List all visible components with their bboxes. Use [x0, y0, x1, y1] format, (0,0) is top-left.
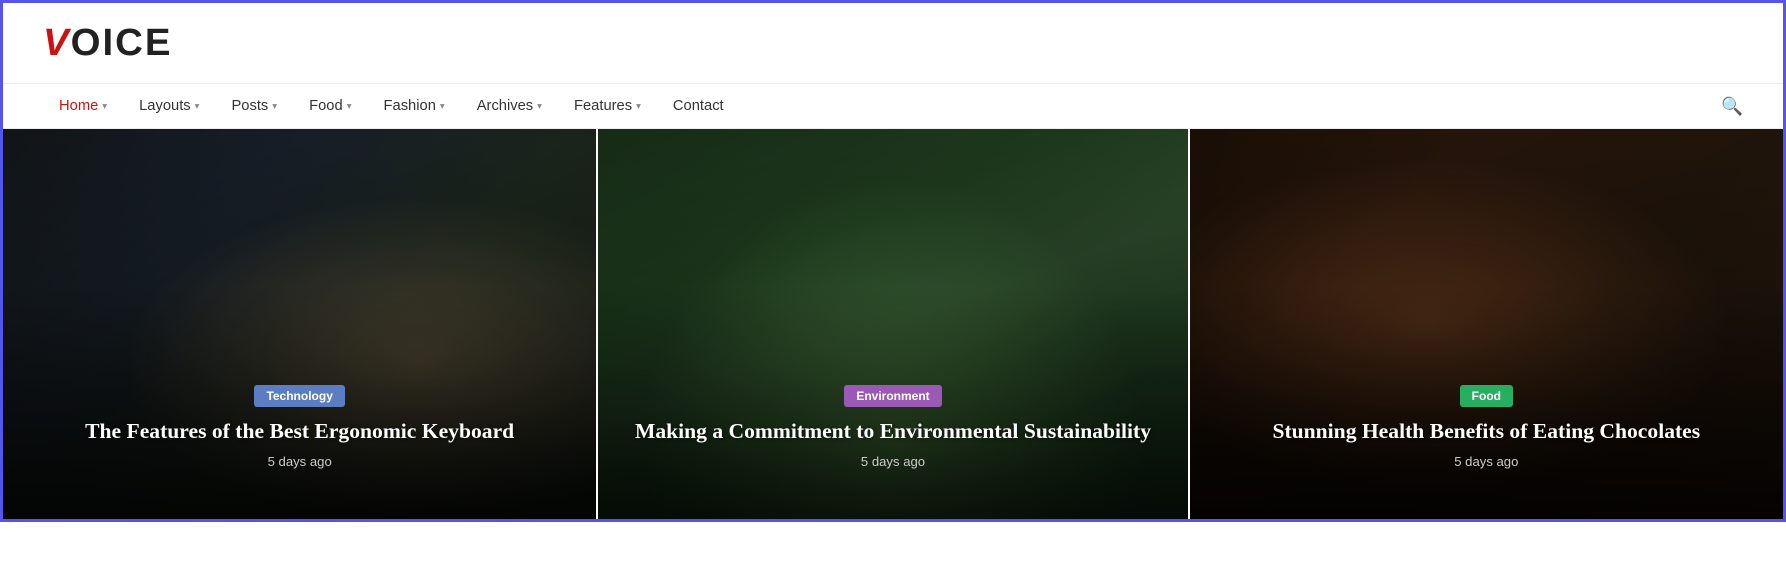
- category-badge[interactable]: Technology: [254, 385, 344, 407]
- nav-links: Home ▾ Layouts ▾ Posts ▾ Food ▾ Fashion: [43, 84, 740, 128]
- nav-link-archives[interactable]: Archives ▾: [461, 84, 558, 128]
- category-badge[interactable]: Food: [1460, 385, 1513, 407]
- nav-item-home[interactable]: Home ▾: [43, 84, 123, 128]
- chevron-down-icon: ▾: [272, 101, 277, 112]
- chevron-down-icon: ▾: [347, 101, 352, 112]
- nav-item-fashion[interactable]: Fashion ▾: [368, 84, 461, 128]
- nav-item-layouts[interactable]: Layouts ▾: [123, 84, 215, 128]
- nav-label-fashion: Fashion: [384, 98, 436, 114]
- chevron-down-icon: ▾: [195, 101, 200, 112]
- nav-link-fashion[interactable]: Fashion ▾: [368, 84, 461, 128]
- chevron-down-icon: ▾: [636, 101, 641, 112]
- card-date: 5 days ago: [1210, 454, 1763, 469]
- hero-card-environment[interactable]: Environment Making a Commitment to Envir…: [596, 129, 1189, 519]
- nav-label-food: Food: [309, 98, 343, 114]
- card-title: The Features of the Best Ergonomic Keybo…: [23, 417, 576, 446]
- logo-text: OICE: [71, 21, 173, 64]
- hero-card-technology[interactable]: Technology The Features of the Best Ergo…: [3, 129, 596, 519]
- nav-item-food[interactable]: Food ▾: [293, 84, 367, 128]
- card-title: Making a Commitment to Environmental Sus…: [618, 417, 1167, 446]
- nav-label-layouts: Layouts: [139, 98, 191, 114]
- logo-v: V: [43, 21, 71, 64]
- nav-item-features[interactable]: Features ▾: [558, 84, 657, 128]
- nav-label-contact: Contact: [673, 98, 724, 114]
- nav-label-posts: Posts: [231, 98, 268, 114]
- site-header: VOICE: [3, 3, 1783, 83]
- card-content: Technology The Features of the Best Ergo…: [3, 385, 596, 469]
- nav-item-archives[interactable]: Archives ▾: [461, 84, 558, 128]
- nav-link-features[interactable]: Features ▾: [558, 84, 657, 128]
- nav-label-home: Home: [59, 98, 98, 114]
- chevron-down-icon: ▾: [537, 101, 542, 112]
- card-date: 5 days ago: [618, 454, 1167, 469]
- main-nav: Home ▾ Layouts ▾ Posts ▾ Food ▾ Fashion: [3, 83, 1783, 129]
- card-content: Environment Making a Commitment to Envir…: [598, 385, 1187, 469]
- chevron-down-icon: ▾: [440, 101, 445, 112]
- nav-item-contact[interactable]: Contact: [657, 84, 740, 128]
- nav-label-archives: Archives: [477, 98, 533, 114]
- nav-label-features: Features: [574, 98, 632, 114]
- nav-link-posts[interactable]: Posts ▾: [215, 84, 293, 128]
- site-logo[interactable]: VOICE: [43, 21, 172, 65]
- chevron-down-icon: ▾: [102, 101, 107, 112]
- nav-link-food[interactable]: Food ▾: [293, 84, 367, 128]
- category-badge[interactable]: Environment: [844, 385, 941, 407]
- nav-link-home[interactable]: Home ▾: [43, 84, 123, 128]
- search-icon[interactable]: 🔍: [1721, 96, 1743, 117]
- card-content: Food Stunning Health Benefits of Eating …: [1190, 385, 1783, 469]
- card-date: 5 days ago: [23, 454, 576, 469]
- hero-grid: Technology The Features of the Best Ergo…: [3, 129, 1783, 519]
- nav-link-contact[interactable]: Contact: [657, 84, 740, 128]
- nav-item-posts[interactable]: Posts ▾: [215, 84, 293, 128]
- nav-link-layouts[interactable]: Layouts ▾: [123, 84, 215, 128]
- hero-card-food[interactable]: Food Stunning Health Benefits of Eating …: [1190, 129, 1783, 519]
- card-title: Stunning Health Benefits of Eating Choco…: [1210, 417, 1763, 446]
